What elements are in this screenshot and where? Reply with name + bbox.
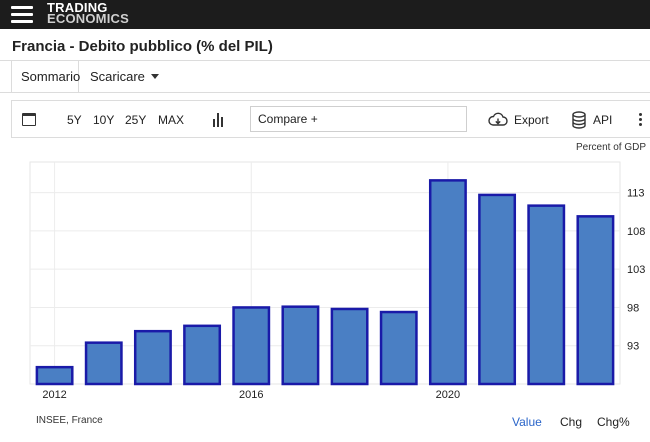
mode-value-button[interactable]: Value: [512, 415, 542, 429]
source-label: INSEE, France: [36, 415, 103, 426]
database-icon: [572, 111, 586, 129]
bar-2022: [527, 204, 566, 386]
bar-2019: [379, 310, 418, 386]
bar-2018: [330, 307, 369, 386]
y-tick-label: 98: [627, 302, 639, 314]
more-options-icon[interactable]: [639, 113, 643, 127]
range-5y-button[interactable]: 5Y: [67, 101, 82, 139]
y-tick-label: 93: [627, 341, 639, 353]
y-tick-label: 113: [627, 188, 645, 200]
tab-download-label: Scaricare: [90, 69, 145, 84]
x-tick-label: 2016: [239, 389, 263, 401]
menu-icon[interactable]: [11, 6, 33, 23]
logo[interactable]: TRADING ECONOMICS: [47, 1, 129, 26]
bar-2014: [133, 329, 172, 386]
y-tick-label: 108: [627, 226, 645, 238]
x-tick-label: 2012: [42, 389, 66, 401]
bar-2017: [281, 305, 320, 386]
cloud-download-icon: [488, 112, 508, 126]
mode-chg-percent-button[interactable]: Chg%: [597, 415, 630, 429]
calendar-icon[interactable]: [22, 113, 36, 126]
logo-line2: ECONOMICS: [47, 11, 129, 26]
range-max-button[interactable]: MAX: [158, 101, 184, 139]
chart-type-icon[interactable]: [211, 113, 225, 127]
bar-2016: [232, 306, 271, 386]
divider: [0, 92, 650, 93]
bar-2013: [84, 341, 123, 386]
api-button[interactable]: API: [593, 101, 612, 139]
bar-2023: [576, 215, 615, 386]
chevron-down-icon: [150, 74, 159, 80]
top-bar: TRADING ECONOMICS: [0, 0, 650, 29]
bar-2020: [428, 179, 467, 386]
compare-input[interactable]: Compare +: [250, 106, 467, 132]
chart-toolbar: 5Y 10Y 25Y MAX Compare + Export API: [11, 100, 650, 138]
export-button[interactable]: Export: [514, 101, 549, 139]
bar-2015: [183, 324, 222, 386]
bar-2021: [478, 193, 517, 386]
range-10y-button[interactable]: 10Y: [93, 101, 114, 139]
x-tick-label: 2020: [436, 389, 460, 401]
chart-svg: 93 98 103 108 113 2012 2016 2020: [29, 161, 645, 401]
tab-summary[interactable]: Sommario: [11, 61, 80, 92]
range-25y-button[interactable]: 25Y: [125, 101, 146, 139]
bar-chart: 93 98 103 108 113 2012 2016 2020: [0, 150, 650, 410]
page-title: Francia - Debito pubblico (% del PIL): [12, 38, 273, 55]
y-tick-label: 103: [627, 264, 645, 276]
bar-2012: [35, 365, 74, 386]
mode-chg-button[interactable]: Chg: [560, 415, 582, 429]
tab-download[interactable]: Scaricare: [80, 61, 169, 92]
